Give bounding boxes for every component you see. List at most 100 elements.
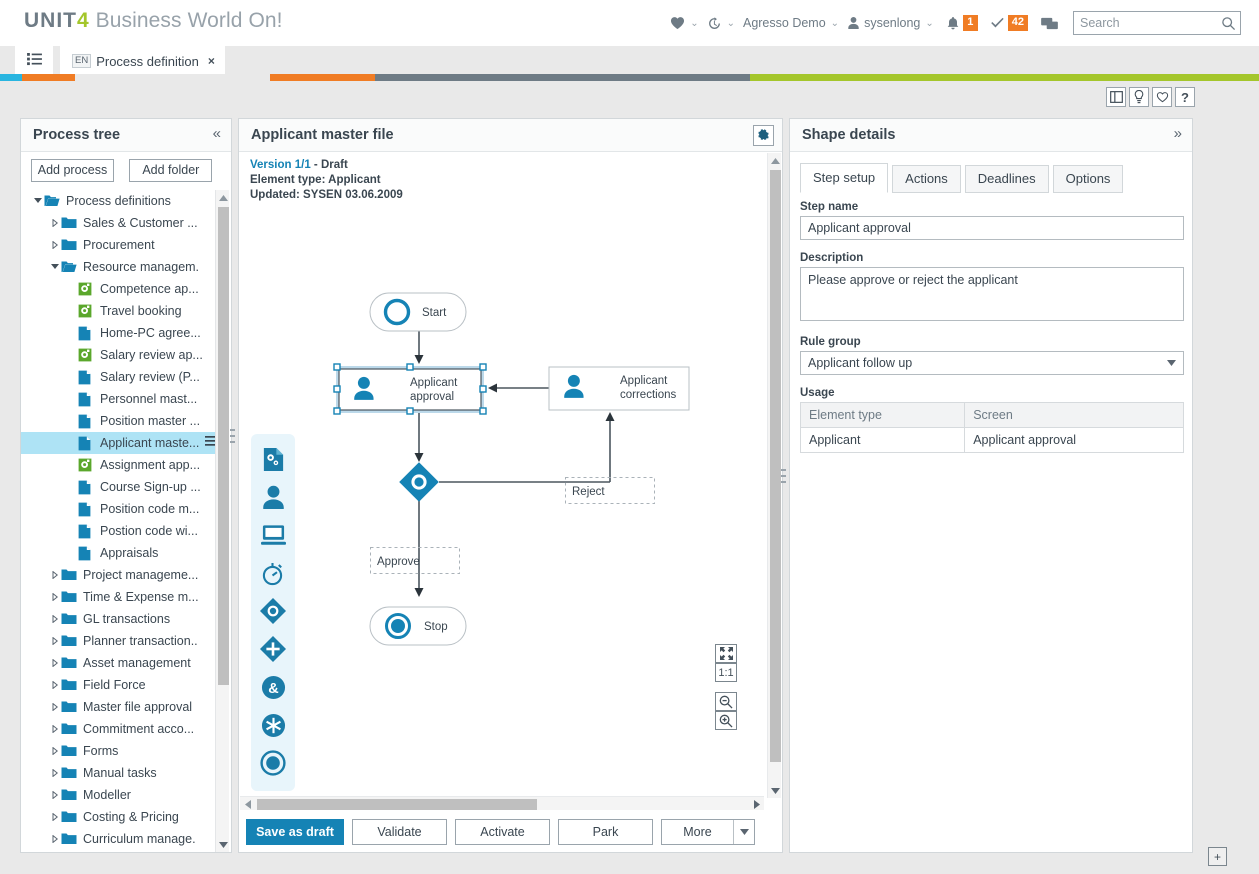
tasks-button[interactable]: 42 [987, 8, 1031, 38]
tree-item[interactable]: Course Sign-up ... [21, 476, 215, 498]
scroll-up-icon[interactable] [768, 153, 782, 168]
chevron-double-left-icon[interactable]: « [213, 125, 221, 142]
chevron-right-icon[interactable] [48, 835, 61, 843]
search-input[interactable] [1074, 12, 1220, 34]
chevron-down-icon[interactable] [733, 819, 754, 844]
person-icon[interactable] [258, 482, 288, 512]
chevron-right-icon[interactable] [48, 219, 61, 227]
tree-item[interactable]: GL transactions [21, 608, 215, 630]
tree-item[interactable]: Project manageme... [21, 564, 215, 586]
search-icon[interactable] [1221, 16, 1236, 34]
chevron-right-icon[interactable] [48, 791, 61, 799]
rule-group-select[interactable] [800, 351, 1184, 375]
validate-button[interactable]: Validate [352, 818, 447, 845]
chevron-right-icon[interactable] [48, 637, 61, 645]
company-selector[interactable]: Agresso Demo ⌄ [740, 8, 842, 38]
add-folder-button[interactable]: Add folder [129, 159, 213, 182]
fit-to-screen-icon[interactable] [715, 644, 737, 663]
decision-diamond-icon[interactable] [258, 596, 288, 626]
tree-item[interactable]: Travel booking [21, 300, 215, 322]
chevron-down-icon[interactable] [48, 263, 61, 271]
description-textarea[interactable] [800, 267, 1184, 321]
stop-circle-icon[interactable] [258, 748, 288, 778]
help-question-icon[interactable]: ? [1175, 87, 1195, 107]
tree-item[interactable]: Time & Expense m... [21, 586, 215, 608]
tree-item[interactable]: Position master ... [21, 410, 215, 432]
chevron-right-icon[interactable] [48, 703, 61, 711]
tab-step-setup[interactable]: Step setup [800, 163, 889, 193]
panel-resize-handle[interactable] [230, 429, 235, 443]
tree-item[interactable]: Applicant maste... [21, 432, 222, 454]
chevron-right-icon[interactable] [48, 593, 61, 601]
search-box[interactable] [1073, 11, 1241, 35]
heart-icon[interactable] [1152, 87, 1172, 107]
canvas-vertical-scrollbar[interactable] [767, 153, 781, 798]
tree-item[interactable]: Commitment acco... [21, 718, 215, 740]
tree-item[interactable]: Salary review ap... [21, 344, 215, 366]
tree-item[interactable]: Process definitions [21, 190, 215, 212]
document-settings-icon[interactable] [258, 444, 288, 474]
tab-actions[interactable]: Actions [892, 165, 961, 193]
tree-item[interactable]: Resource managem. [21, 256, 215, 278]
tree-item[interactable]: Modeller [21, 784, 215, 806]
chevron-right-icon[interactable] [48, 615, 61, 623]
tree-item[interactable]: Position code m... [21, 498, 215, 520]
add-process-button[interactable]: Add process [31, 159, 114, 182]
zoom-actual-size-button[interactable]: 1:1 [715, 663, 737, 682]
chevron-right-icon[interactable] [48, 747, 61, 755]
chevron-right-icon[interactable] [48, 659, 61, 667]
tree-item[interactable]: Forms [21, 740, 215, 762]
screen-icon[interactable] [258, 520, 288, 550]
scrollbar-thumb[interactable] [257, 799, 537, 810]
close-icon[interactable]: × [208, 54, 215, 68]
activate-button[interactable]: Activate [455, 818, 550, 845]
chevron-down-icon[interactable] [1160, 351, 1184, 375]
tree-item[interactable]: Salary review (P... [21, 366, 215, 388]
tree-item[interactable]: Appraisals [21, 542, 215, 564]
scrollbar-thumb[interactable] [770, 170, 781, 762]
chevron-right-icon[interactable] [48, 241, 61, 249]
chevron-double-right-icon[interactable]: » [1174, 125, 1182, 142]
more-button[interactable]: More [662, 820, 733, 844]
tree-item[interactable]: Asset management [21, 652, 215, 674]
tab-process-definition[interactable]: EN Process definition × [60, 46, 225, 76]
chevron-right-icon[interactable] [48, 681, 61, 689]
main-menu-tab[interactable] [15, 46, 53, 76]
chat-button[interactable] [1038, 8, 1061, 38]
scrollbar-thumb[interactable] [218, 207, 229, 685]
tree-item[interactable]: Postion code wi... [21, 520, 215, 542]
asterisk-gateway-icon[interactable] [258, 710, 288, 740]
diamond-plus-icon[interactable] [258, 634, 288, 664]
diagram-canvas[interactable]: Start Applicant approval Applicant corre… [239, 152, 765, 812]
column-header-element-type[interactable]: Element type [799, 402, 966, 428]
chevron-right-icon[interactable] [48, 813, 61, 821]
tree-item[interactable]: Manual tasks [21, 762, 215, 784]
scroll-right-icon[interactable] [749, 797, 764, 811]
scroll-up-icon[interactable] [216, 190, 230, 205]
tree-vertical-scrollbar[interactable] [215, 190, 229, 852]
chevron-right-icon[interactable] [48, 769, 61, 777]
tree-item[interactable]: Planner transaction.. [21, 630, 215, 652]
chevron-right-icon[interactable] [48, 571, 61, 579]
scroll-down-icon[interactable] [768, 783, 782, 798]
zoom-out-icon[interactable] [715, 692, 737, 711]
tree-item[interactable]: Sales & Customer ... [21, 212, 215, 234]
tab-deadlines[interactable]: Deadlines [964, 165, 1049, 193]
notifications-button[interactable]: 1 [943, 8, 981, 38]
scroll-down-icon[interactable] [216, 837, 230, 852]
zoom-in-icon[interactable] [715, 711, 737, 730]
tree-item[interactable]: Home-PC agree... [21, 322, 215, 344]
history-menu[interactable]: ⌄ [704, 8, 738, 38]
tree-item[interactable]: Curriculum manage. [21, 828, 215, 850]
tree-item[interactable]: Competence ap... [21, 278, 215, 300]
tree-item[interactable]: Costing & Pricing [21, 806, 215, 828]
chevron-down-icon[interactable] [31, 197, 44, 205]
tree-item[interactable]: Field Force [21, 674, 215, 696]
save-as-draft-button[interactable]: Save as draft [246, 818, 344, 845]
layout-panels-icon[interactable] [1106, 87, 1126, 107]
scroll-left-icon[interactable] [240, 797, 255, 811]
chevron-right-icon[interactable] [48, 725, 61, 733]
canvas-horizontal-scrollbar[interactable] [240, 796, 764, 810]
and-gateway-icon[interactable]: & [258, 672, 288, 702]
user-menu[interactable]: sysenlong ⌄ [844, 8, 937, 38]
